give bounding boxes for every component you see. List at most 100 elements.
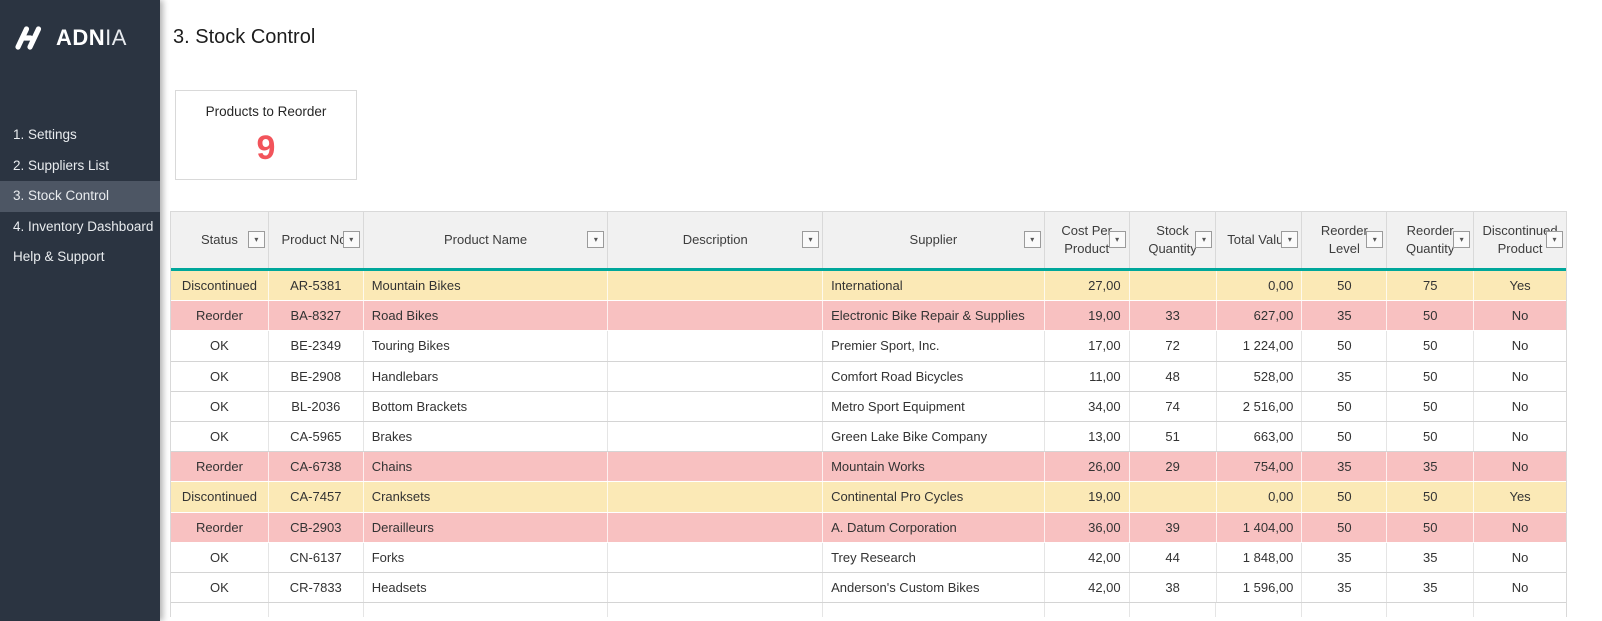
cell-empty[interactable] xyxy=(364,603,609,617)
cell-product_name[interactable]: Chains xyxy=(364,452,609,481)
cell-stock_quantity[interactable]: 51 xyxy=(1130,422,1217,451)
cell-empty[interactable] xyxy=(1130,603,1217,617)
filter-dropdown-icon[interactable]: ▾ xyxy=(1366,231,1383,248)
cell-product_name[interactable]: Headsets xyxy=(364,573,609,602)
cell-stock_quantity[interactable]: 38 xyxy=(1130,573,1217,602)
cell-description[interactable] xyxy=(608,362,823,391)
cell-description[interactable] xyxy=(608,392,823,421)
cell-reorder_quantity[interactable]: 50 xyxy=(1387,513,1474,542)
cell-supplier[interactable]: Comfort Road Bicycles xyxy=(823,362,1045,391)
cell-reorder_quantity[interactable]: 35 xyxy=(1387,573,1474,602)
cell-reorder_level[interactable]: 35 xyxy=(1302,301,1387,330)
cell-stock_quantity[interactable]: 74 xyxy=(1130,392,1217,421)
cell-status[interactable]: Discontinued xyxy=(171,271,269,300)
cell-product_name[interactable]: Road Bikes xyxy=(364,301,609,330)
cell-discontinued_product[interactable]: No xyxy=(1474,543,1566,572)
cell-discontinued_product[interactable]: Yes xyxy=(1474,482,1566,511)
cell-empty[interactable] xyxy=(1216,603,1302,617)
cell-product_no[interactable]: BE-2908 xyxy=(269,362,364,391)
cell-empty[interactable] xyxy=(269,603,364,617)
cell-empty[interactable] xyxy=(1387,603,1474,617)
cell-description[interactable] xyxy=(608,482,823,511)
cell-total_value[interactable]: 663,00 xyxy=(1217,422,1303,451)
cell-stock_quantity[interactable]: 39 xyxy=(1130,513,1217,542)
cell-product_no[interactable]: CA-7457 xyxy=(269,482,364,511)
cell-reorder_quantity[interactable]: 50 xyxy=(1387,301,1474,330)
sidebar-item-settings[interactable]: 1. Settings xyxy=(0,120,160,151)
cell-discontinued_product[interactable]: No xyxy=(1474,362,1566,391)
cell-reorder_quantity[interactable]: 35 xyxy=(1387,452,1474,481)
cell-discontinued_product[interactable]: No xyxy=(1474,573,1566,602)
filter-dropdown-icon[interactable]: ▾ xyxy=(1024,231,1041,248)
cell-reorder_level[interactable]: 50 xyxy=(1302,482,1387,511)
cell-total_value[interactable]: 2 516,00 xyxy=(1217,392,1303,421)
cell-empty[interactable] xyxy=(823,603,1045,617)
cell-total_value[interactable]: 1 848,00 xyxy=(1217,543,1303,572)
cell-product_name[interactable]: Cranksets xyxy=(364,482,609,511)
cell-status[interactable]: Reorder xyxy=(171,301,269,330)
cell-cost_per_product[interactable]: 34,00 xyxy=(1045,392,1130,421)
cell-empty[interactable] xyxy=(171,603,269,617)
cell-status[interactable]: OK xyxy=(171,422,269,451)
cell-empty[interactable] xyxy=(1302,603,1387,617)
cell-reorder_level[interactable]: 50 xyxy=(1302,392,1387,421)
cell-description[interactable] xyxy=(608,573,823,602)
cell-reorder_quantity[interactable]: 50 xyxy=(1387,362,1474,391)
sidebar-item-suppliers-list[interactable]: 2. Suppliers List xyxy=(0,151,160,182)
sidebar-item-stock-control[interactable]: 3. Stock Control xyxy=(0,181,160,212)
cell-empty[interactable] xyxy=(1045,603,1130,617)
cell-status[interactable]: Reorder xyxy=(171,452,269,481)
sidebar-item-inventory-dashboard[interactable]: 4. Inventory Dashboard xyxy=(0,212,160,243)
cell-supplier[interactable]: Premier Sport, Inc. xyxy=(823,331,1045,360)
cell-reorder_level[interactable]: 50 xyxy=(1302,513,1387,542)
cell-description[interactable] xyxy=(608,331,823,360)
cell-product_no[interactable]: BA-8327 xyxy=(269,301,364,330)
cell-description[interactable] xyxy=(608,301,823,330)
cell-product_name[interactable]: Forks xyxy=(364,543,609,572)
cell-total_value[interactable]: 1 404,00 xyxy=(1217,513,1303,542)
cell-cost_per_product[interactable]: 11,00 xyxy=(1045,362,1130,391)
cell-product_name[interactable]: Touring Bikes xyxy=(364,331,609,360)
cell-cost_per_product[interactable]: 42,00 xyxy=(1045,573,1130,602)
cell-cost_per_product[interactable]: 26,00 xyxy=(1045,452,1130,481)
cell-total_value[interactable]: 1 596,00 xyxy=(1217,573,1303,602)
cell-discontinued_product[interactable]: No xyxy=(1474,331,1566,360)
cell-product_name[interactable]: Bottom Brackets xyxy=(364,392,609,421)
cell-status[interactable]: OK xyxy=(171,362,269,391)
cell-cost_per_product[interactable]: 19,00 xyxy=(1045,482,1130,511)
filter-dropdown-icon[interactable]: ▾ xyxy=(1109,231,1126,248)
cell-reorder_level[interactable]: 50 xyxy=(1302,422,1387,451)
cell-reorder_quantity[interactable]: 50 xyxy=(1387,331,1474,360)
cell-product_name[interactable]: Derailleurs xyxy=(364,513,609,542)
cell-supplier[interactable]: A. Datum Corporation xyxy=(823,513,1045,542)
cell-status[interactable]: OK xyxy=(171,573,269,602)
cell-status[interactable]: Reorder xyxy=(171,513,269,542)
cell-total_value[interactable]: 1 224,00 xyxy=(1217,331,1303,360)
cell-product_no[interactable]: CB-2903 xyxy=(269,513,364,542)
cell-stock_quantity[interactable]: 44 xyxy=(1130,543,1217,572)
cell-description[interactable] xyxy=(608,422,823,451)
cell-stock_quantity[interactable]: 29 xyxy=(1130,452,1217,481)
cell-empty[interactable] xyxy=(1474,603,1566,617)
cell-supplier[interactable]: Continental Pro Cycles xyxy=(823,482,1045,511)
cell-status[interactable]: OK xyxy=(171,392,269,421)
cell-reorder_level[interactable]: 50 xyxy=(1302,331,1387,360)
cell-product_no[interactable]: CA-5965 xyxy=(269,422,364,451)
cell-supplier[interactable]: Electronic Bike Repair & Supplies xyxy=(823,301,1045,330)
cell-status[interactable]: OK xyxy=(171,331,269,360)
cell-status[interactable]: OK xyxy=(171,543,269,572)
cell-discontinued_product[interactable]: No xyxy=(1474,301,1566,330)
cell-total_value[interactable]: 0,00 xyxy=(1217,482,1303,511)
cell-total_value[interactable]: 0,00 xyxy=(1217,271,1303,300)
cell-reorder_quantity[interactable]: 75 xyxy=(1387,271,1474,300)
cell-empty[interactable] xyxy=(608,603,823,617)
filter-dropdown-icon[interactable]: ▾ xyxy=(1195,231,1212,248)
cell-total_value[interactable]: 528,00 xyxy=(1217,362,1303,391)
filter-dropdown-icon[interactable]: ▾ xyxy=(1546,231,1563,248)
cell-supplier[interactable]: Trey Research xyxy=(823,543,1045,572)
cell-cost_per_product[interactable]: 17,00 xyxy=(1045,331,1130,360)
cell-reorder_level[interactable]: 35 xyxy=(1302,543,1387,572)
cell-product_no[interactable]: AR-5381 xyxy=(269,271,364,300)
filter-dropdown-icon[interactable]: ▾ xyxy=(248,231,265,248)
filter-dropdown-icon[interactable]: ▾ xyxy=(1453,231,1470,248)
